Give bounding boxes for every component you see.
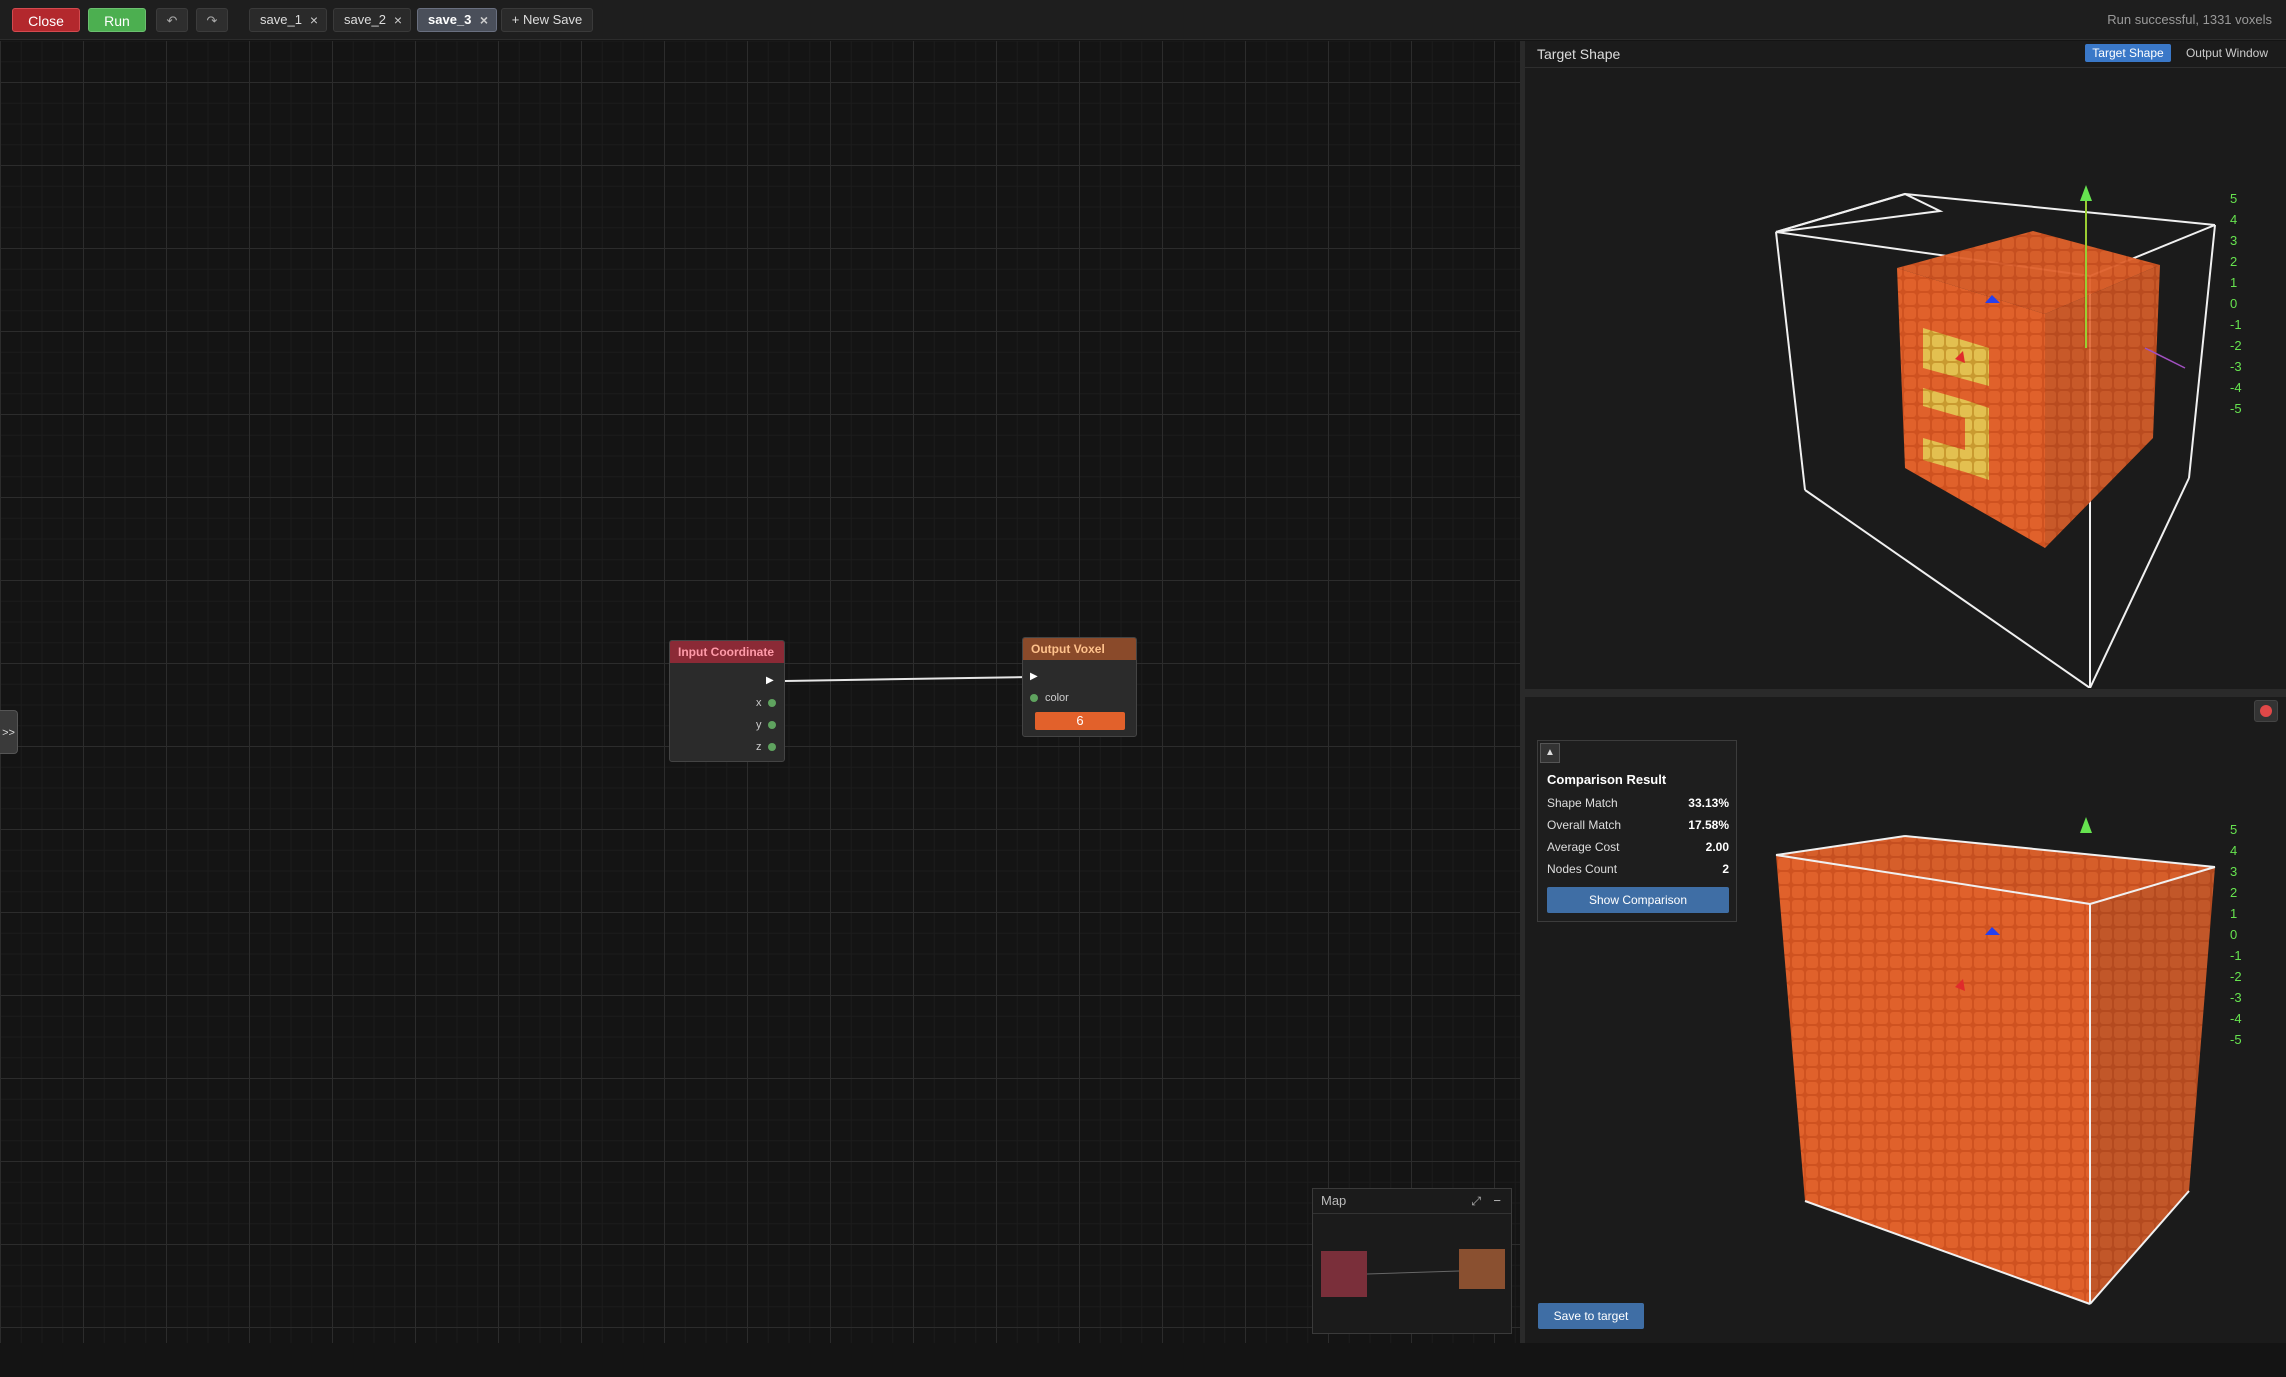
- show-comparison-button[interactable]: Show Comparison: [1547, 887, 1729, 913]
- metric-value: 17.58%: [1688, 818, 1729, 832]
- y-tick: -5: [2230, 401, 2242, 416]
- y-tick: 3: [2230, 864, 2238, 879]
- comparison-result-panel: ▲ Comparison Result Shape Match 33.13% O…: [1537, 740, 1737, 922]
- close-icon[interactable]: ×: [310, 9, 318, 31]
- collapse-button[interactable]: ▲: [1540, 743, 1560, 763]
- metric-label: Shape Match: [1547, 796, 1618, 810]
- undo-icon: ↶: [166, 13, 178, 28]
- color-value-input[interactable]: 6: [1035, 712, 1125, 730]
- y-tick: 1: [2230, 275, 2238, 290]
- close-icon[interactable]: ×: [394, 9, 402, 31]
- port-z-label: z: [756, 741, 762, 753]
- metric-value: 33.13%: [1688, 796, 1729, 810]
- metric-label: Average Cost: [1547, 840, 1620, 854]
- minimap[interactable]: Map ⤢ −: [1312, 1188, 1512, 1334]
- y-tick: 4: [2230, 843, 2238, 858]
- close-button[interactable]: Close: [12, 8, 80, 32]
- tab-label: save_3: [428, 12, 472, 27]
- target-shape-viewport[interactable]: 5 4 3 2 1 0 -1 -2 -3 -4 -5: [1525, 68, 2286, 731]
- comparison-title: Comparison Result: [1547, 772, 1667, 787]
- run-button[interactable]: Run: [88, 8, 146, 32]
- y-tick: -3: [2230, 990, 2242, 1005]
- y-tick: -1: [2230, 948, 2242, 963]
- new-save-button[interactable]: + New Save: [501, 8, 593, 32]
- shape-match-row: Shape Match 33.13%: [1547, 795, 1729, 811]
- port-y-label: y: [756, 719, 762, 731]
- redo-icon: ↷: [206, 13, 218, 28]
- y-tick: 0: [2230, 296, 2238, 311]
- y-tick: 2: [2230, 885, 2238, 900]
- port-x-output[interactable]: [768, 699, 776, 707]
- node-title: Output Voxel: [1023, 638, 1136, 660]
- y-tick: -2: [2230, 338, 2242, 353]
- y-tick: 2: [2230, 254, 2238, 269]
- save-to-target-button[interactable]: Save to target: [1538, 1303, 1644, 1329]
- exec-output-icon[interactable]: ▶: [766, 675, 774, 686]
- tab-label: save_2: [344, 12, 386, 27]
- palette-button[interactable]: [2254, 700, 2278, 722]
- y-tick: 5: [2230, 822, 2238, 837]
- metric-label: Nodes Count: [1547, 862, 1618, 876]
- node-canvas[interactable]: >> Input Coordinate ▶ x y z Output Voxel…: [0, 41, 1520, 1343]
- viewport-split-handle[interactable]: [1525, 689, 2286, 697]
- target-shape-render: [1775, 185, 2216, 688]
- y-tick: 3: [2230, 233, 2238, 248]
- y-tick: 1: [2230, 906, 2238, 921]
- tab-label: save_1: [260, 12, 302, 27]
- port-color-input[interactable]: [1030, 694, 1038, 702]
- y-tick: -3: [2230, 359, 2242, 374]
- y-tick: -5: [2230, 1032, 2242, 1047]
- y-tick: 5: [2230, 191, 2238, 206]
- metric-label: Overall Match: [1547, 818, 1622, 832]
- port-x-label: x: [756, 697, 762, 709]
- average-cost-row: Average Cost 2.00: [1547, 839, 1729, 855]
- output-window-tab[interactable]: Output Window: [2181, 44, 2273, 62]
- tab-save-3[interactable]: save_3 ×: [417, 8, 497, 32]
- minimap-node-output: [1459, 1249, 1505, 1289]
- output-voxel-node[interactable]: Output Voxel ▶ color 6: [1022, 637, 1137, 737]
- target-shape-tab[interactable]: Target Shape: [2085, 44, 2171, 62]
- port-y-output[interactable]: [768, 721, 776, 729]
- preview-panel: Target Shape Target Shape Output Window: [1525, 41, 2286, 1343]
- y-tick: -2: [2230, 969, 2242, 984]
- y-tick: 0: [2230, 927, 2238, 942]
- run-status: Run successful, 1331 voxels: [2107, 12, 2272, 27]
- preview-header: Target Shape Target Shape Output Window: [1525, 41, 2286, 68]
- exec-input-icon[interactable]: ▶: [1030, 671, 1038, 682]
- node-title: Input Coordinate: [670, 641, 784, 663]
- y-tick: 4: [2230, 212, 2238, 227]
- y-tick: -1: [2230, 317, 2242, 332]
- connection-wire: [784, 676, 1031, 682]
- top-toolbar: Close Run ↶ ↷ save_1 × save_2 × save_3 ×…: [0, 0, 2286, 40]
- metric-value: 2: [1722, 862, 1729, 876]
- nodes-count-row: Nodes Count 2: [1547, 861, 1729, 877]
- tab-save-2[interactable]: save_2 ×: [333, 8, 411, 32]
- overall-match-row: Overall Match 17.58%: [1547, 817, 1729, 833]
- palette-icon: [2260, 705, 2272, 717]
- close-icon[interactable]: ×: [480, 9, 488, 31]
- y-axis-ticks: 5 4 3 2 1 0 -1 -2 -3 -4 -5: [2230, 819, 2242, 1050]
- port-color-label: color: [1045, 692, 1069, 704]
- redo-button[interactable]: ↷: [196, 8, 228, 32]
- metric-value: 2.00: [1705, 840, 1729, 854]
- chevron-up-icon: ▲: [1545, 747, 1555, 758]
- y-axis-ticks: 5 4 3 2 1 0 -1 -2 -3 -4 -5: [2230, 188, 2242, 419]
- port-z-output[interactable]: [768, 743, 776, 751]
- tab-save-1[interactable]: save_1 ×: [249, 8, 327, 32]
- y-tick: -4: [2230, 380, 2242, 395]
- y-tick: -4: [2230, 1011, 2242, 1026]
- input-coordinate-node[interactable]: Input Coordinate ▶ x y z: [669, 640, 785, 762]
- undo-button[interactable]: ↶: [156, 8, 188, 32]
- panel-title: Target Shape: [1537, 46, 1621, 62]
